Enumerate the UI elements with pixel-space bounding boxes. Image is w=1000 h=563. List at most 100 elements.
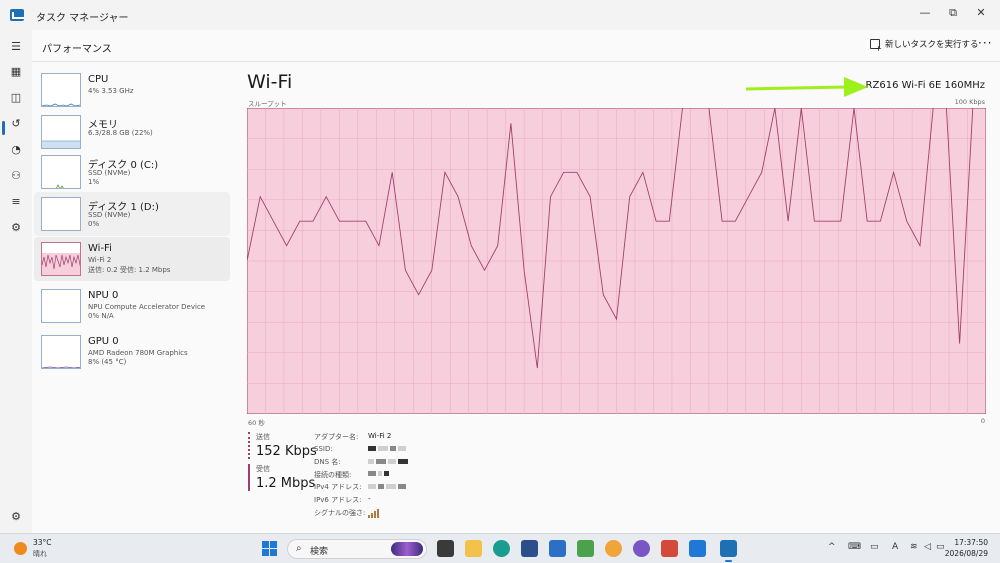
search-highlight-image — [391, 542, 423, 556]
adapter-name: RZ616 Wi-Fi 6E 160MHz — [865, 80, 985, 91]
battery-icon[interactable]: ▭ — [936, 542, 945, 552]
weather-temperature[interactable]: 33°C — [33, 538, 52, 547]
device-detail: NPU Compute Accelerator Device — [88, 303, 206, 311]
time-axis-label: 60 秒 — [248, 419, 265, 427]
remote-desktop-icon[interactable] — [689, 540, 706, 557]
disk1-thumbnail-graph — [41, 197, 81, 231]
page-title: パフォーマンス — [42, 44, 112, 55]
property-key: アダプター名: — [314, 433, 359, 441]
more-options-button[interactable]: ··· — [978, 36, 992, 50]
device-item-cpu[interactable]: CPU 4% 3.53 GHz — [34, 68, 230, 112]
device-item-wifi[interactable]: Wi-Fi Wi-Fi 2 送信: 0.2 受信: 1.2 Mbps — [34, 237, 230, 281]
search-icon: ⌕ — [296, 543, 302, 554]
disk0-thumbnail-graph — [41, 155, 81, 189]
memory-thumbnail-graph — [41, 115, 81, 149]
device-name: NPU 0 — [88, 290, 119, 301]
property-value: - — [368, 494, 371, 503]
send-stat: 送信 152 Kbps — [248, 432, 317, 459]
device-name: GPU 0 — [88, 336, 119, 347]
device-item-gpu[interactable]: GPU 0 AMD Radeon 780M Graphics 8% (45 °C… — [34, 330, 230, 374]
services-icon[interactable]: ⚙ — [7, 219, 25, 237]
redacted-value — [368, 457, 410, 465]
device-detail: SSD (NVMe) — [88, 211, 131, 219]
property-key: DNS 名: — [314, 458, 341, 467]
send-label: 送信 — [256, 433, 270, 441]
details-icon[interactable]: ≡ — [7, 193, 25, 211]
device-detail: Wi-Fi 2 — [88, 256, 112, 264]
cpu-thumbnail-graph — [41, 73, 81, 107]
users-icon[interactable]: ⚇ — [7, 167, 25, 185]
property-key: SSID: — [314, 444, 333, 453]
nav-rail: ☰ ▦ ◫ ↺ ◔ ⚇ ≡ ⚙ ⚙ — [0, 30, 32, 533]
snipping-tool-icon[interactable] — [661, 540, 678, 557]
wifi-thumbnail-graph — [41, 242, 81, 276]
hamburger-icon[interactable]: ☰ — [7, 38, 25, 56]
run-new-task-label: 新しいタスクを実行する — [885, 40, 979, 50]
wifi-icon[interactable]: ≋ — [910, 542, 918, 552]
performance-detail-panel: Wi-Fi RZ616 Wi-Fi 6E 160MHz スループット 100 K… — [230, 62, 1000, 533]
device-item-memory[interactable]: メモリ 6.3/28.8 GB (22%) — [34, 110, 230, 154]
clock-date[interactable]: 2026/08/29 — [945, 549, 988, 558]
run-new-task-button[interactable]: 新しいタスクを実行する — [870, 38, 979, 53]
property-key: IPv4 アドレス: — [314, 483, 362, 492]
task-manager-icon — [10, 9, 24, 21]
tray-overflow-icon[interactable]: ^ — [828, 542, 836, 552]
volume-icon[interactable]: ◁ — [924, 542, 931, 552]
npu-thumbnail-graph — [41, 289, 81, 323]
page-header: パフォーマンス 新しいタスクを実行する ··· — [32, 30, 1000, 62]
redacted-value — [368, 482, 408, 490]
clock-time[interactable]: 17:37:50 — [954, 538, 988, 547]
device-name: CPU — [88, 74, 109, 85]
shield-app-icon[interactable] — [633, 540, 650, 557]
property-key: 接続の種類: — [314, 470, 352, 479]
gpu-thumbnail-graph — [41, 335, 81, 369]
device-detail: 4% 3.53 GHz — [88, 87, 134, 95]
display-icon[interactable]: ▭ — [870, 542, 879, 552]
weather-sun-icon[interactable] — [14, 542, 27, 555]
device-usage: 0% N/A — [88, 312, 114, 320]
performance-icon[interactable]: ◫ — [7, 89, 25, 107]
device-usage: 1% — [88, 178, 100, 186]
start-button[interactable] — [262, 541, 277, 556]
weather-condition[interactable]: 晴れ — [33, 549, 47, 559]
keyboard-icon[interactable]: ⌨ — [848, 542, 861, 552]
file-explorer-icon[interactable] — [465, 540, 482, 557]
device-name: Wi-Fi — [88, 243, 112, 254]
processes-icon[interactable]: ▦ — [7, 63, 25, 81]
receive-value: 1.2 Mbps — [256, 476, 316, 491]
redacted-value — [368, 445, 408, 453]
edge-icon[interactable] — [493, 540, 510, 557]
device-item-npu[interactable]: NPU 0 NPU Compute Accelerator Device 0% … — [34, 284, 230, 328]
device-item-disk0[interactable]: ディスク 0 (C:) SSD (NVMe) 1% — [34, 150, 230, 194]
property-key: シグナルの強さ: — [314, 508, 366, 517]
store-icon[interactable] — [521, 540, 538, 557]
device-item-disk1[interactable]: ディスク 1 (D:) SSD (NVMe) 0% — [34, 192, 230, 236]
device-usage: 送信: 0.2 受信: 1.2 Mbps — [88, 266, 171, 274]
property-key: IPv6 アドレス: — [314, 495, 362, 504]
throughput-chart — [247, 108, 986, 414]
settings-icon[interactable]: ⚙ — [7, 508, 25, 526]
device-list: CPU 4% 3.53 GHz メモリ 6.3/28.8 GB (22%) ディ… — [32, 62, 230, 533]
app-history-icon[interactable]: ↺ — [7, 115, 25, 133]
search-placeholder: 検索 — [310, 547, 329, 557]
browser-icon[interactable] — [605, 540, 622, 557]
startup-apps-icon[interactable]: ◔ — [7, 141, 25, 159]
taskbar: 33°C 晴れ ⌕ 検索 ^ ⌨ ▭ A ≋ ◁ ▭ 17:37:50 2026… — [0, 533, 1000, 563]
task-view-icon[interactable] — [437, 540, 454, 557]
task-manager-taskbar-icon[interactable] — [720, 540, 737, 562]
receive-stat: 受信 1.2 Mbps — [248, 464, 315, 491]
receive-label: 受信 — [256, 465, 270, 473]
close-button[interactable]: ✕ — [964, 2, 998, 24]
send-value: 152 Kbps — [256, 444, 317, 459]
active-indicator — [2, 121, 5, 135]
outlook-icon[interactable] — [549, 540, 566, 557]
taskbar-search[interactable]: ⌕ 検索 — [287, 539, 427, 559]
window-title: タスク マネージャー — [36, 13, 129, 24]
detail-title: Wi-Fi — [247, 71, 293, 93]
title-bar: タスク マネージャー — ⧉ ✕ — [0, 0, 1000, 30]
excel-icon[interactable] — [577, 540, 594, 557]
ime-indicator[interactable]: A — [892, 542, 898, 552]
redacted-value — [368, 470, 391, 478]
new-task-icon — [870, 39, 882, 53]
property-value: Wi-Fi 2 — [368, 432, 392, 440]
